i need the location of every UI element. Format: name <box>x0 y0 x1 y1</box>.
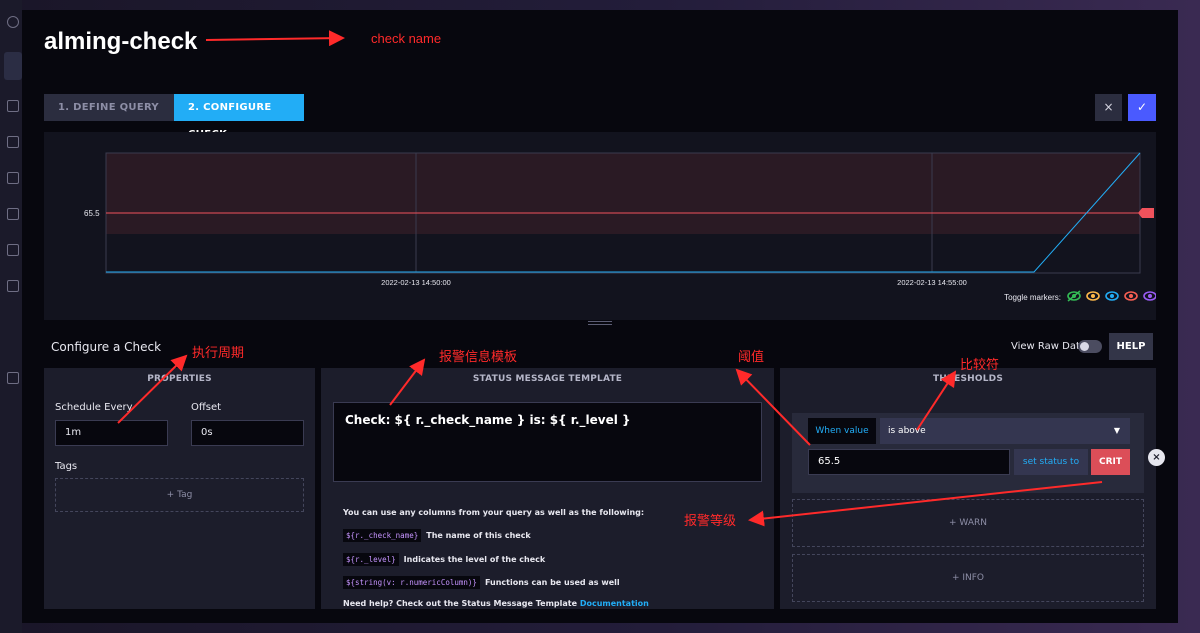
status-template-panel: STATUS MESSAGE TEMPLATE Check: ${ r._che… <box>321 368 774 609</box>
save-check-button[interactable]: ✓ <box>1128 94 1156 121</box>
calendar-icon[interactable] <box>7 244 19 256</box>
annotation-template: 报警信息模板 <box>439 350 518 365</box>
code-snippet: ${string(v: r.numericColumn)} <box>343 576 480 589</box>
when-value-label: When value <box>808 418 876 444</box>
panel-header: STATUS MESSAGE TEMPLATE <box>472 374 623 384</box>
code-snippet: ${r._level} <box>343 553 399 566</box>
toggle-markers-label: Toggle markers: <box>1004 293 1061 302</box>
level-crit-button[interactable]: CRIT <box>1091 449 1130 475</box>
check-icon[interactable] <box>7 136 19 148</box>
template-intro: You can use any columns from your query … <box>343 508 645 517</box>
schedule-label: Schedule Every <box>55 402 133 413</box>
set-status-label: set status to <box>1014 449 1088 475</box>
annotation-level: 报警等级 <box>684 514 737 529</box>
threshold-crit-band <box>106 153 1140 234</box>
add-warn-button[interactable]: + WARN <box>792 499 1144 547</box>
marker-toggles <box>1067 290 1156 302</box>
panel-header: THRESHOLDS <box>932 374 1004 384</box>
x-tick-label: 2022-02-13 14:50:00 <box>381 278 451 287</box>
eye-icon[interactable] <box>1143 291 1156 301</box>
section-title: Configure a Check <box>51 340 162 354</box>
caret-down-icon: ▼ <box>1113 426 1120 435</box>
comparator-dropdown[interactable]: is above ▼ <box>880 418 1130 444</box>
annotation-check-name: check name <box>371 31 442 46</box>
check-editor-overlay: alming-check 1. DEFINE QUERY 2. CONFIGUR… <box>22 10 1178 623</box>
threshold-value-input[interactable]: 65.5 <box>808 449 1010 475</box>
threshold-card-crit: When value is above ▼ 65.5 set status to… <box>792 413 1165 493</box>
code-snippet: ${r._check_name} <box>343 529 422 542</box>
help-button[interactable]: HELP <box>1109 333 1153 360</box>
upload-icon[interactable] <box>7 100 19 112</box>
threshold-axis-label: 65.5 <box>84 209 100 218</box>
var-desc: Indicates the level of the check <box>403 555 546 564</box>
properties-panel: PROPERTIES Schedule Every 1m Offset 0s T… <box>44 368 315 609</box>
annotation-schedule: 执行周期 <box>192 346 245 361</box>
check-name-title[interactable]: alming-check <box>44 28 197 56</box>
tab-define-query[interactable]: 1. DEFINE QUERY <box>44 94 174 121</box>
var-desc: The name of this check <box>426 531 531 540</box>
bell-icon[interactable] <box>7 280 19 292</box>
wrench-icon[interactable] <box>7 372 19 384</box>
eye-icon[interactable] <box>1124 291 1138 301</box>
annotation-comparator: 比较符 <box>960 358 1000 373</box>
add-info-button[interactable]: + INFO <box>792 554 1144 602</box>
annotation-threshold: 阈值 <box>738 350 765 365</box>
template-help-line: Need help? Check out the Status Message … <box>343 599 649 608</box>
view-raw-toggle[interactable] <box>1078 340 1102 353</box>
schedule-input[interactable]: 1m <box>55 420 168 446</box>
chart-icon[interactable] <box>7 208 19 220</box>
x-tick-label: 2022-02-13 14:55:00 <box>897 278 967 287</box>
eye-slash-icon[interactable] <box>1067 290 1081 302</box>
var-desc: Functions can be used as well <box>484 578 620 587</box>
graph-plot: 65.5 2022-02-13 14:50:00 2022-02-13 14:5… <box>84 152 1156 302</box>
close-icon[interactable]: × <box>1148 449 1165 466</box>
resize-handle[interactable] <box>588 321 612 327</box>
template-var-row: ${string(v: r.numericColumn)} Functions c… <box>343 576 620 589</box>
eye-icon[interactable] <box>1086 291 1100 301</box>
documentation-link[interactable]: Documentation <box>580 599 649 608</box>
cancel-button[interactable]: × <box>1095 94 1122 121</box>
template-var-row: ${r._level} Indicates the level of the ch… <box>343 553 545 566</box>
dashboard-icon[interactable] <box>7 172 19 184</box>
check-graph: 65.5 2022-02-13 14:50:00 2022-02-13 14:5… <box>44 132 1156 320</box>
template-editor[interactable]: Check: ${ r._check_name } is: ${ r._leve… <box>333 402 762 482</box>
comparator-value: is above <box>888 426 926 436</box>
offset-label: Offset <box>191 402 222 413</box>
app-sidebar <box>0 0 22 633</box>
sidebar-item-active[interactable] <box>4 52 22 80</box>
eye-icon[interactable] <box>1105 291 1119 301</box>
wizard-tabs: 1. DEFINE QUERY 2. CONFIGURE CHECK <box>44 94 304 140</box>
panel-header: PROPERTIES <box>147 374 212 384</box>
thresholds-panel: THRESHOLDS When value is above ▼ 65.5 se… <box>780 368 1165 609</box>
help-text: Need help? Check out the Status Message … <box>343 599 578 608</box>
tab-configure-check[interactable]: 2. CONFIGURE CHECK <box>174 94 304 140</box>
offset-input[interactable]: 0s <box>191 420 304 446</box>
logo-icon <box>7 16 19 28</box>
tags-label: Tags <box>55 461 78 472</box>
add-tag-button[interactable]: + Tag <box>55 478 304 512</box>
view-raw-label: View Raw Data <box>1011 341 1086 352</box>
template-var-row: ${r._check_name} The name of this check <box>343 529 531 542</box>
